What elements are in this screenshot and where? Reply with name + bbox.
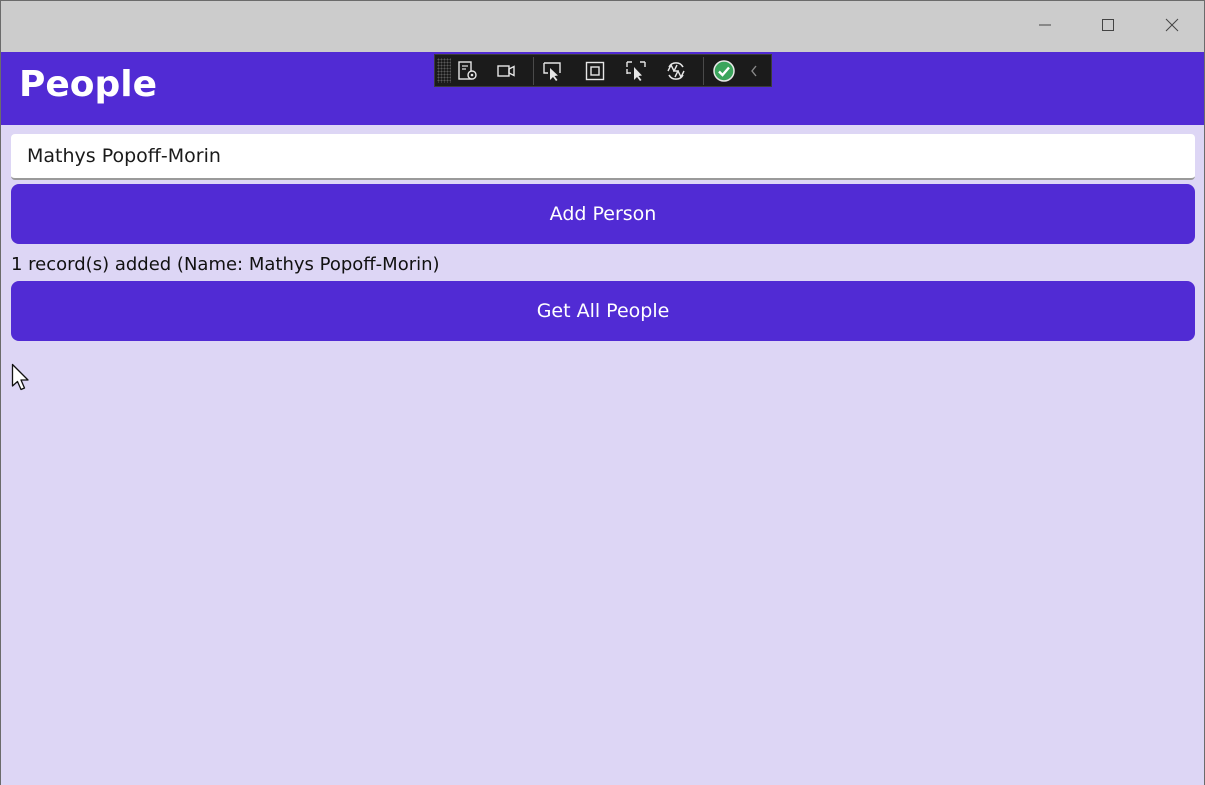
select-element-icon[interactable] (540, 59, 564, 83)
xaml-debug-toolbar (434, 54, 772, 87)
get-all-people-button[interactable]: Get All People (11, 281, 1195, 341)
get-all-people-label: Get All People (536, 300, 670, 322)
toolbar-separator (703, 57, 704, 85)
maximize-icon[interactable] (1098, 15, 1118, 35)
minimize-icon[interactable] (1035, 15, 1055, 35)
add-person-label: Add Person (549, 203, 657, 225)
toolbar-separator (533, 57, 534, 85)
app-window: People Mathys Popoff-Morin Add Person 1 … (0, 0, 1205, 785)
display-layout-adorners-icon[interactable] (583, 59, 607, 83)
track-focus-icon[interactable] (624, 59, 648, 83)
title-bar[interactable] (1, 1, 1204, 52)
app-header: People (1, 52, 1204, 125)
status-message: 1 record(s) added (Name: Mathys Popoff-M… (11, 254, 440, 275)
close-icon[interactable] (1162, 15, 1182, 35)
mouse-pointer-icon (11, 363, 31, 397)
hot-reload-icon[interactable] (664, 59, 688, 83)
record-icon[interactable] (494, 59, 518, 83)
collapse-chevron-icon[interactable] (747, 59, 761, 83)
main-content: Add Person 1 record(s) added (Name: Math… (1, 125, 1204, 785)
drag-grip-icon[interactable] (437, 58, 451, 83)
page-title: People (19, 64, 158, 105)
binding-check-icon[interactable] (712, 59, 736, 83)
live-visual-tree-icon[interactable] (455, 59, 479, 83)
add-person-button[interactable]: Add Person (11, 184, 1195, 244)
name-input[interactable] (11, 134, 1195, 180)
